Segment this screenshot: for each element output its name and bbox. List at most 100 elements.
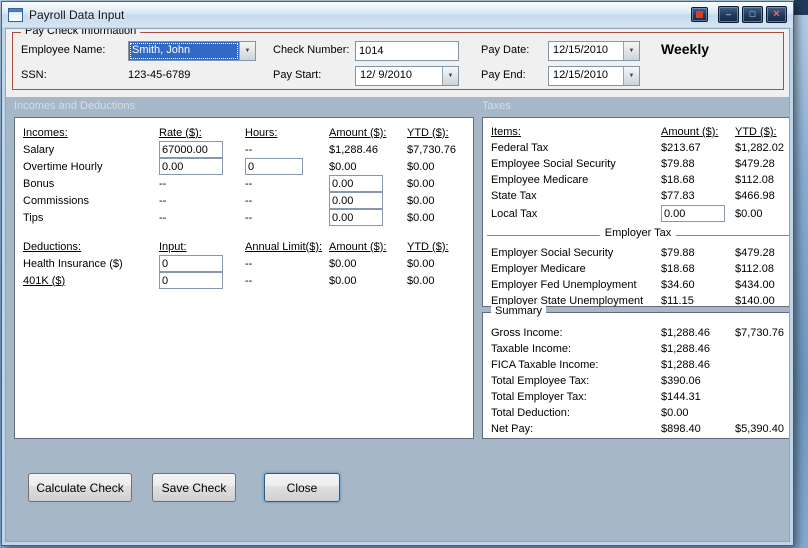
- summary-row-taxable: Taxable Income: $1,288.46: [483, 341, 789, 357]
- overtime-hours-input[interactable]: [245, 158, 303, 175]
- tax-ytd: $140.00: [735, 295, 775, 307]
- payroll-window: Payroll Data Input – □ × Pay Check Infor…: [1, 1, 794, 546]
- employee-name-value: Smith, John: [129, 42, 239, 60]
- pay-date-picker[interactable]: 12/15/2010 ▼: [548, 41, 640, 61]
- overtime-rate-input[interactable]: [159, 158, 223, 175]
- paycheck-info-group: Pay Check Information Employee Name: Smi…: [12, 29, 784, 90]
- incomes-col-amount: Amount ($):: [329, 126, 387, 139]
- summary-ytd: $5,390.40: [735, 423, 784, 435]
- income-row-bonus: Bonus -- -- $0.00: [15, 175, 473, 192]
- tax-ytd: $434.00: [735, 279, 775, 291]
- tax-row-local: Local Tax $0.00: [483, 204, 789, 223]
- paycheck-info-legend: Pay Check Information: [21, 29, 141, 37]
- tax-name: Federal Tax: [491, 142, 549, 154]
- deduction-ytd: $0.00: [407, 257, 435, 270]
- chevron-down-icon[interactable]: ▼: [442, 67, 458, 85]
- pay-date-label: Pay Date:: [481, 44, 530, 56]
- income-name: Bonus: [23, 177, 55, 190]
- taxes-col-amount: Amount ($):: [661, 126, 719, 138]
- summary-row-total-employee-tax: Total Employee Tax: $390.06: [483, 373, 789, 389]
- deduction-input-cell: [159, 255, 245, 272]
- tax-row-emp-medicare: Employee Medicare $18.68 $112.08: [483, 172, 789, 188]
- tax-ytd: $479.28: [735, 247, 775, 259]
- employee-name-label: Employee Name:: [21, 44, 106, 56]
- summary-name: Net Pay:: [491, 423, 534, 435]
- summary-row-fica: FICA Taxable Income: $1,288.46: [483, 357, 789, 373]
- income-rate: --: [159, 211, 167, 224]
- income-hours: --: [245, 211, 253, 224]
- income-amount-cell: [329, 175, 407, 192]
- pay-start-label: Pay Start:: [273, 69, 322, 81]
- summary-panel: Summary Gross Income: $1,288.46 $7,730.7…: [482, 305, 789, 439]
- pay-end-picker[interactable]: 12/15/2010 ▼: [548, 66, 640, 86]
- income-row-salary: Salary -- $1,288.46 $7,730.76: [15, 141, 473, 158]
- tax-name: Employer Social Security: [491, 247, 614, 259]
- red-dot-icon: [696, 11, 703, 18]
- pay-start-value: 12/ 9/2010: [360, 69, 412, 81]
- income-row-overtime: Overtime Hourly $0.00 $0.00: [15, 158, 473, 175]
- deductions-col-name: Deductions:: [23, 240, 82, 253]
- save-check-button[interactable]: Save Check: [152, 473, 236, 502]
- income-row-commissions: Commissions -- -- $0.00: [15, 192, 473, 209]
- client-area: Pay Check Information Employee Name: Smi…: [5, 28, 790, 542]
- summary-row-total-deduction: Total Deduction: $0.00: [483, 405, 789, 421]
- deduction-limit: --: [245, 274, 253, 287]
- deduction-ytd: $0.00: [407, 274, 435, 287]
- tax-ytd: $479.28: [735, 158, 775, 170]
- bonus-amount-input[interactable]: [329, 175, 383, 192]
- salary-rate-input[interactable]: [159, 141, 223, 158]
- close-check-button[interactable]: Close: [264, 473, 340, 502]
- maximize-icon: □: [749, 9, 756, 19]
- tax-name: State Tax: [491, 190, 537, 202]
- maximize-button[interactable]: □: [742, 6, 763, 23]
- summary-amount: $1,288.46: [661, 343, 710, 355]
- tax-ytd: $112.08: [735, 263, 774, 275]
- titlebar-buttons: – □ ×: [691, 6, 787, 23]
- income-ytd: $7,730.76: [407, 143, 456, 156]
- background-window-fragment: [794, 0, 808, 15]
- income-hours: --: [245, 143, 253, 156]
- summary-name: FICA Taxable Income:: [491, 359, 599, 371]
- tax-row-federal: Federal Tax $213.67 $1,282.02: [483, 140, 789, 156]
- titlebar[interactable]: Payroll Data Input – □ ×: [2, 2, 793, 27]
- tax-name: Employer Medicare: [491, 263, 586, 275]
- income-hours-cell: [245, 158, 329, 175]
- app-icon: [8, 7, 23, 22]
- close-button[interactable]: ×: [766, 6, 787, 23]
- pay-start-picker[interactable]: 12/ 9/2010 ▼: [355, 66, 459, 86]
- incomes-col-hours: Hours:: [245, 126, 278, 139]
- deductions-header-row: Deductions: Input: Annual Limit($): Amou…: [15, 238, 473, 255]
- pay-end-label: Pay End:: [481, 69, 526, 81]
- calculate-check-button[interactable]: Calculate Check: [28, 473, 132, 502]
- ssn-label: SSN:: [21, 69, 47, 81]
- deduction-input-cell: [159, 272, 245, 289]
- employee-name-select[interactable]: Smith, John ▼: [128, 41, 256, 61]
- check-number-input[interactable]: [355, 41, 459, 61]
- summary-amount: $144.31: [661, 391, 701, 403]
- ssn-value: 123-45-6789: [128, 69, 191, 81]
- tax-row-state: State Tax $77.83 $466.98: [483, 188, 789, 204]
- 401k-input[interactable]: [159, 272, 223, 289]
- close-icon: ×: [773, 8, 780, 20]
- tips-amount-input[interactable]: [329, 209, 383, 226]
- income-name: Salary: [23, 143, 55, 156]
- income-ytd: $0.00: [407, 211, 435, 224]
- income-amount: $0.00: [329, 160, 357, 173]
- deduction-name: Health Insurance ($): [23, 257, 123, 270]
- taxes-col-ytd: YTD ($):: [735, 126, 777, 138]
- minimize-button[interactable]: –: [718, 6, 739, 23]
- chevron-down-icon[interactable]: ▼: [623, 42, 639, 60]
- chevron-down-icon[interactable]: ▼: [623, 67, 639, 85]
- summary-name: Total Employer Tax:: [491, 391, 587, 403]
- incomes-header-row: Incomes: Rate ($): Hours: Amount ($): YT…: [15, 124, 473, 141]
- titlebar-extra-button[interactable]: [691, 7, 708, 22]
- summary-amount: $0.00: [661, 407, 689, 419]
- health-insurance-input[interactable]: [159, 255, 223, 272]
- income-amount: $1,288.46: [329, 143, 378, 156]
- local-tax-input[interactable]: [661, 205, 725, 222]
- paycheck-info-area: Pay Check Information Employee Name: Smi…: [6, 29, 789, 97]
- commissions-amount-input[interactable]: [329, 192, 383, 209]
- chevron-down-icon[interactable]: ▼: [239, 42, 255, 60]
- tax-name: Employee Social Security: [491, 158, 616, 170]
